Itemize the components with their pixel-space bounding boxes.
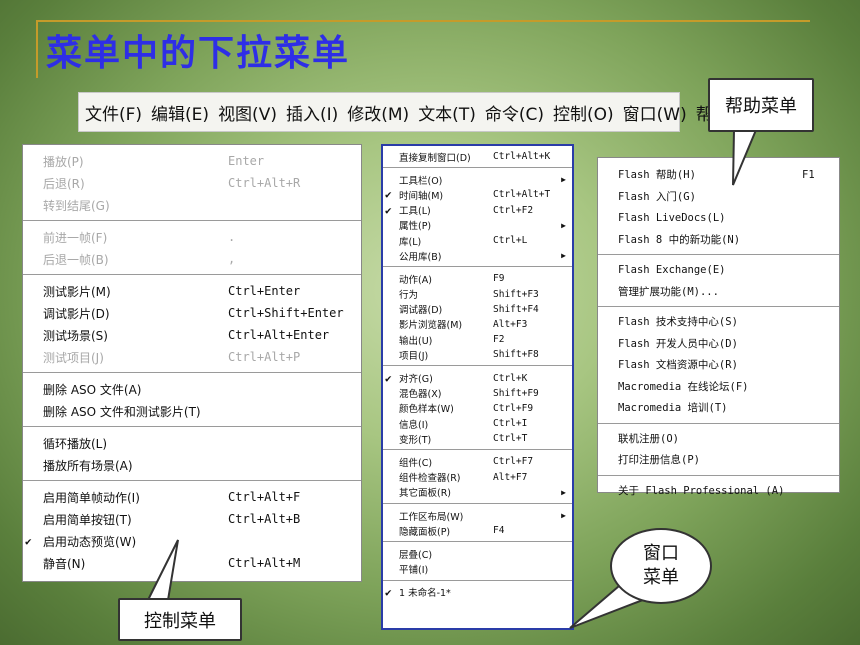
- window-callout-text-1: 窗口: [643, 543, 679, 564]
- control-menu-callout: 控制菜单: [118, 598, 242, 641]
- help-callout-text: 帮助菜单: [725, 96, 797, 117]
- window-menu-callout: 窗口 菜单: [610, 528, 712, 604]
- window-callout-text-2: 菜单: [643, 567, 679, 588]
- help-menu-callout: 帮助菜单: [708, 78, 814, 132]
- control-callout-text: 控制菜单: [144, 610, 216, 632]
- control-callout-tail: [146, 539, 179, 601]
- help-callout-tail: [732, 129, 758, 186]
